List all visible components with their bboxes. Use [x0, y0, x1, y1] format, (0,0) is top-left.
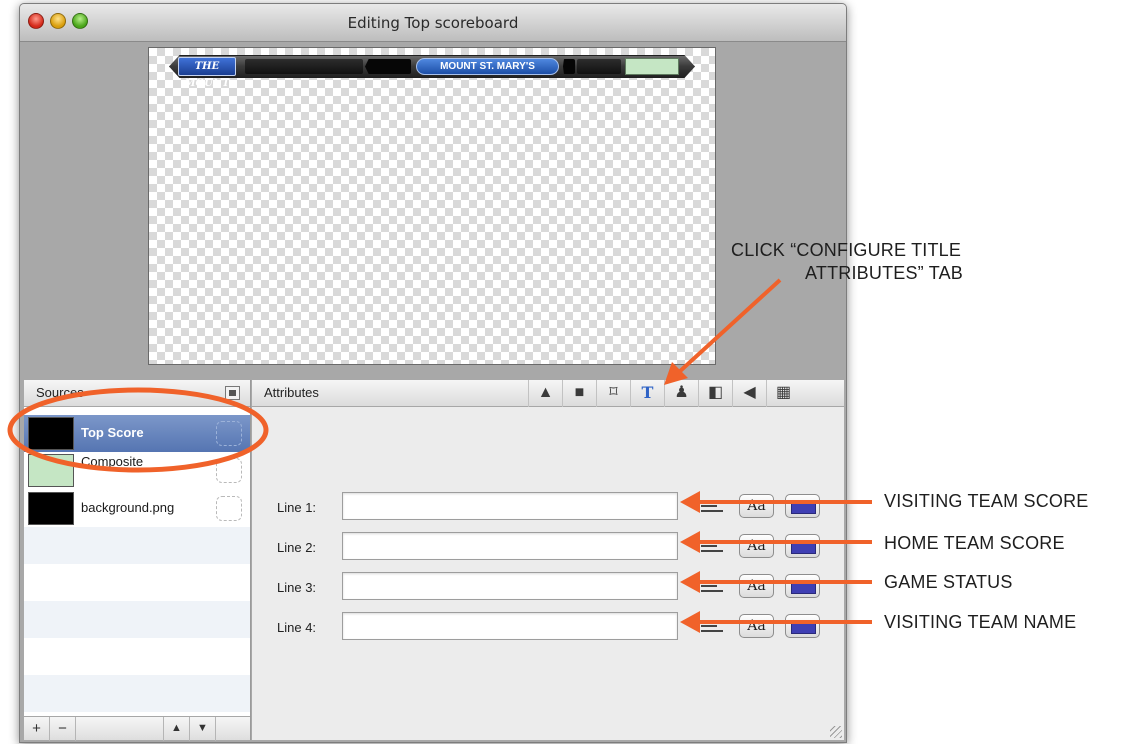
source-label: background.png — [81, 500, 175, 515]
home-team-name: MOUNT ST. MARY'S — [416, 58, 559, 75]
speaker-icon[interactable]: ◀ — [732, 380, 766, 407]
source-thumbnail — [28, 417, 74, 450]
font-button[interactable]: Aa — [739, 574, 774, 598]
text-align-icon[interactable] — [701, 618, 723, 636]
source-visibility-toggle[interactable] — [216, 421, 242, 446]
score-block-visiting — [365, 59, 411, 74]
source-label: Top Score — [81, 425, 144, 440]
editor-window: Editing Top scoreboard THE MOUNT MOUNT S… — [19, 3, 847, 743]
empty-row — [24, 527, 250, 564]
score-field-visiting — [245, 59, 363, 74]
source-thumbnail — [28, 492, 74, 525]
source-visibility-toggle[interactable] — [216, 496, 242, 521]
empty-row — [24, 638, 250, 675]
sources-panel: Sources Top Score Composite background.p… — [24, 380, 251, 741]
line-2-label: Line 2: — [277, 540, 317, 555]
empty-row — [24, 601, 250, 638]
line-3-label: Line 3: — [277, 580, 317, 595]
team-logo: THE MOUNT — [178, 57, 236, 89]
callout-visiting-team-score: VISITING TEAM SCORE — [884, 491, 1089, 511]
color-swatch-button[interactable] — [785, 534, 820, 558]
text-align-icon[interactable] — [701, 538, 723, 556]
move-up-button[interactable]: ▲ — [164, 717, 190, 741]
sources-options-icon[interactable] — [225, 386, 240, 400]
line-4-label: Line 4: — [277, 620, 317, 635]
person-icon[interactable]: ♟ — [664, 380, 698, 407]
color-swatch-button[interactable] — [785, 614, 820, 638]
window-title: Editing Top scoreboard — [347, 14, 519, 32]
add-source-button[interactable]: + — [24, 717, 50, 741]
preview-canvas[interactable]: THE MOUNT MOUNT ST. MARY'S — [148, 47, 716, 365]
sources-header: Sources — [24, 380, 250, 407]
source-label: Composite — [81, 454, 144, 469]
crop-icon[interactable]: ⌑ — [596, 380, 630, 407]
configure-title-attributes-tab[interactable]: T — [630, 380, 664, 407]
line-1-input[interactable] — [342, 492, 678, 520]
move-down-button[interactable]: ▼ — [190, 717, 216, 741]
resize-grip[interactable] — [830, 726, 842, 738]
empty-row — [24, 564, 250, 601]
score-block-home — [563, 59, 575, 74]
font-button[interactable]: Aa — [739, 534, 774, 558]
title-bar[interactable]: Editing Top scoreboard — [20, 4, 846, 42]
color-swatch-button[interactable] — [785, 494, 820, 518]
line-2-input[interactable] — [342, 532, 678, 560]
source-thumbnail — [28, 454, 74, 487]
attributes-header-label: Attributes — [264, 385, 319, 400]
font-button[interactable]: Aa — [739, 494, 774, 518]
callout-home-team-score: HOME TEAM SCORE — [884, 533, 1065, 553]
film-icon[interactable]: ▦ — [766, 380, 800, 407]
color-swatch-button[interactable] — [785, 574, 820, 598]
source-item-top-score[interactable]: Top Score — [24, 415, 250, 452]
line-1-label: Line 1: — [277, 500, 317, 515]
footer-spacer — [76, 717, 164, 741]
remove-source-button[interactable]: − — [50, 717, 76, 741]
game-status-field — [577, 59, 621, 74]
line-4-input[interactable] — [342, 612, 678, 640]
tab-callout-line-1: CLICK “CONFIGURE TITLE — [731, 240, 962, 260]
attributes-panel: Attributes ▲ ■ ⌑ T ♟ ◧ ◀ ▦ Line 1: Aa Li… — [252, 380, 844, 740]
text-align-icon[interactable] — [701, 498, 723, 516]
callout-visiting-team-name: VISITING TEAM NAME — [884, 612, 1077, 632]
mask-icon[interactable]: ◧ — [698, 380, 732, 407]
source-item-composite[interactable]: Composite — [24, 452, 250, 489]
folder-icon[interactable]: ■ — [562, 380, 596, 407]
shapes-icon[interactable]: ▲ — [528, 380, 562, 407]
empty-row — [24, 675, 250, 712]
line-3-input[interactable] — [342, 572, 678, 600]
font-button[interactable]: Aa — [739, 614, 774, 638]
callout-game-status: GAME STATUS — [884, 572, 1013, 592]
sources-header-label: Sources — [36, 385, 84, 400]
green-status-field — [625, 58, 679, 75]
sources-footer: + − ▲ ▼ — [24, 716, 250, 741]
text-align-icon[interactable] — [701, 578, 723, 596]
source-item-background[interactable]: background.png — [24, 490, 250, 527]
tab-callout-line-2: ATTRIBUTES” TAB — [805, 263, 964, 283]
source-visibility-toggle[interactable] — [216, 458, 242, 483]
